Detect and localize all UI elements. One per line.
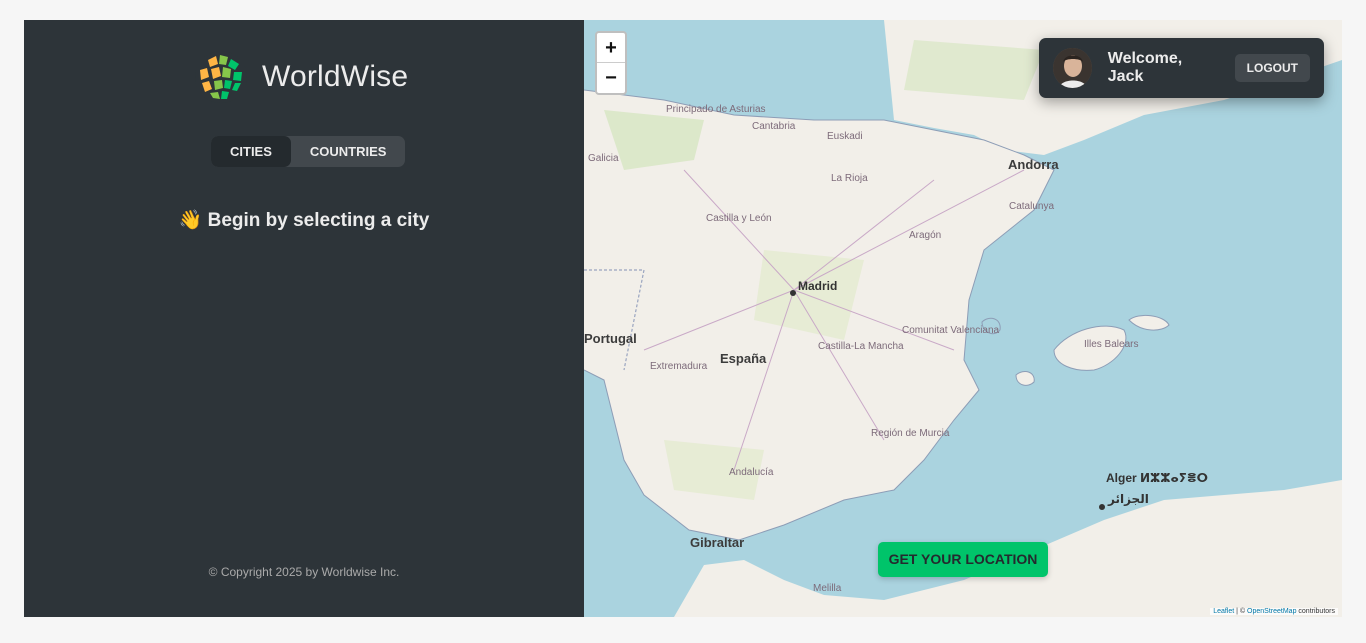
user-panel: Welcome, Jack Logout xyxy=(1039,38,1324,98)
map-label: Euskadi xyxy=(827,131,863,142)
map-label-portugal: Portugal xyxy=(584,331,637,346)
tab-cities[interactable]: Cities xyxy=(211,136,291,167)
empty-message-text: Begin by selecting a city xyxy=(207,210,430,231)
map-label: Aragón xyxy=(909,230,942,241)
map-label: Castilla y León xyxy=(706,213,772,224)
leaflet-link[interactable]: Leaflet xyxy=(1213,608,1234,615)
map-label: Región de Murcia xyxy=(871,428,950,439)
avatar xyxy=(1053,48,1092,88)
attribution-separator: | © xyxy=(1234,608,1248,615)
welcome-text: Welcome, Jack xyxy=(1107,50,1183,85)
get-location-button[interactable]: Get your location xyxy=(878,542,1048,577)
map-label-andorra: Andorra xyxy=(1008,157,1059,172)
logo-text: WorldWise xyxy=(262,60,409,93)
logo[interactable]: WorldWise xyxy=(194,50,408,104)
tab-nav: Cities Countries xyxy=(211,136,406,167)
avatar-icon xyxy=(1053,48,1092,88)
attribution-contributors: contributors xyxy=(1296,608,1335,615)
map-label: Comunitat Valenciana xyxy=(902,325,1000,336)
zoom-control: + − xyxy=(595,31,627,95)
copyright: © Copyright 2025 by Worldwise Inc. xyxy=(208,565,400,579)
wave-icon: 👋 xyxy=(178,210,203,231)
map-label-madrid: Madrid xyxy=(798,279,838,293)
map-container[interactable]: Principado de Asturias Cantabria Euskadi… xyxy=(584,20,1342,617)
map-label: Melilla xyxy=(813,583,842,594)
map-label-alger: Alger ⵍⵣⵣⴰⵢⴻⵔ xyxy=(1106,471,1208,485)
map-label: Illes Balears xyxy=(1084,339,1139,350)
map-label-aljazair: الجزائر xyxy=(1108,492,1149,506)
app-layout: WorldWise Cities Countries 👋 Begin by se… xyxy=(24,20,1342,617)
map-label: Extremadura xyxy=(650,361,708,372)
osm-link[interactable]: OpenStreetMap xyxy=(1247,608,1296,615)
sidebar: WorldWise Cities Countries 👋 Begin by se… xyxy=(24,20,584,617)
map-label: Castilla-La Mancha xyxy=(818,341,904,352)
map-label: La Rioja xyxy=(831,173,868,184)
zoom-in-button[interactable]: + xyxy=(597,33,625,63)
map-label: Principado de Asturias xyxy=(666,104,766,115)
map-label: Catalunya xyxy=(1009,201,1055,212)
logout-button[interactable]: Logout xyxy=(1234,54,1310,82)
map-attribution: Leaflet | © OpenStreetMap contributors xyxy=(1210,608,1338,615)
empty-message: 👋 Begin by selecting a city xyxy=(24,208,584,232)
map-label: Galicia xyxy=(588,153,619,164)
map-label: Andalucía xyxy=(729,467,774,478)
logo-icon xyxy=(195,51,247,103)
zoom-out-button[interactable]: − xyxy=(597,63,625,93)
tab-countries[interactable]: Countries xyxy=(291,136,406,167)
map-label: Cantabria xyxy=(752,121,796,132)
map-label-gibraltar: Gibraltar xyxy=(690,535,745,550)
map-label-espana: España xyxy=(720,351,767,366)
